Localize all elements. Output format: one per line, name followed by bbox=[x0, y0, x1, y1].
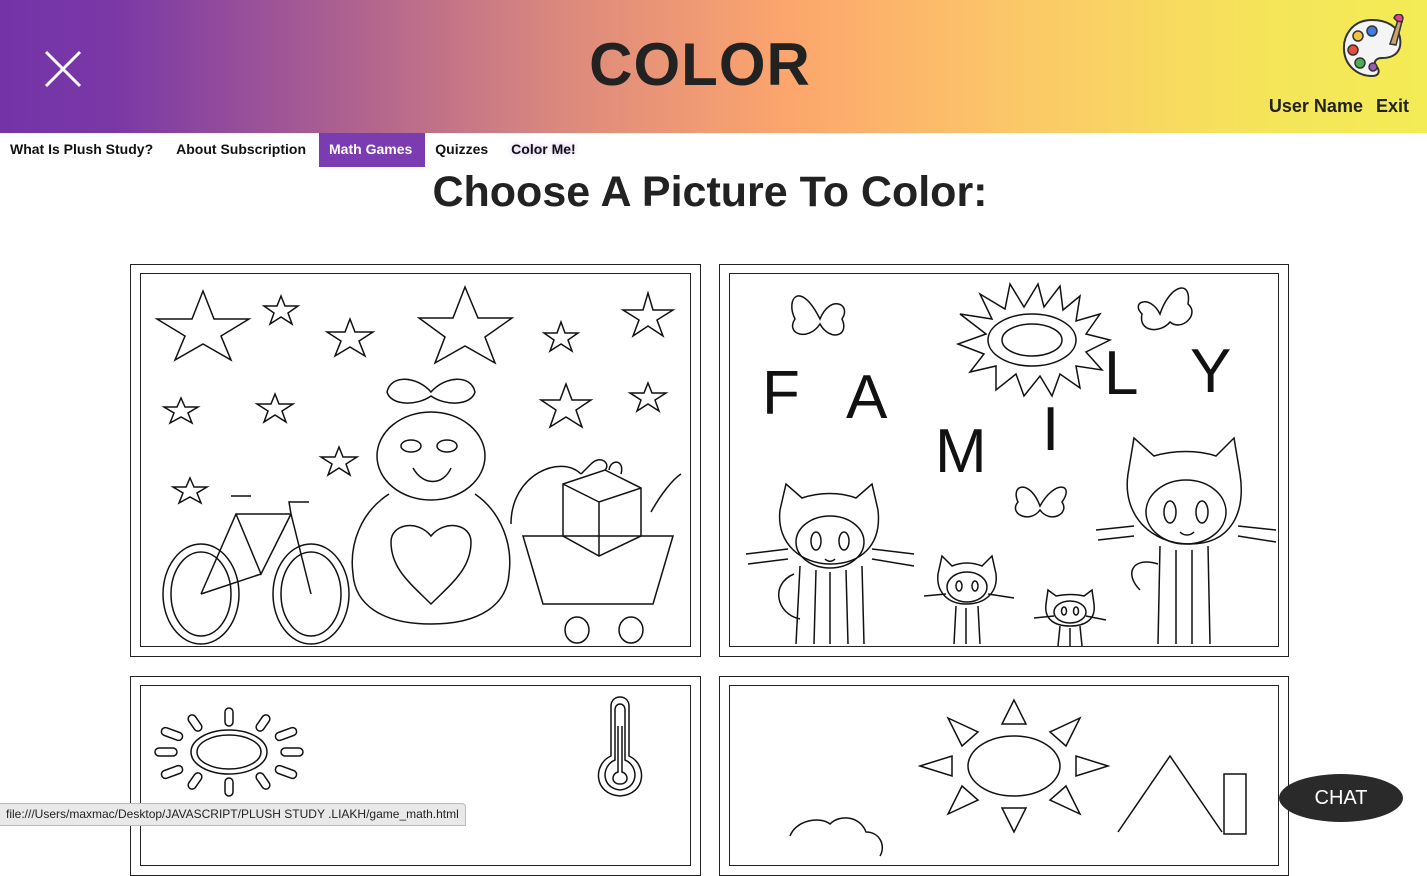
sun-rays bbox=[154, 707, 304, 797]
nav-item-math-games[interactable]: Math Games bbox=[319, 133, 426, 167]
cat-large-left bbox=[745, 482, 915, 645]
sun-thermometer-picture[interactable] bbox=[130, 676, 701, 876]
sun-house-picture[interactable] bbox=[719, 676, 1289, 876]
letter-m: M bbox=[935, 417, 987, 486]
picture-frame: F A M I L Y bbox=[729, 273, 1279, 647]
chat-button[interactable]: CHAT bbox=[1279, 774, 1403, 822]
picture-frame bbox=[140, 273, 691, 647]
sun-house-drawing bbox=[789, 698, 1247, 857]
cat-small-middle bbox=[923, 554, 1015, 645]
picture-frame bbox=[729, 685, 1279, 866]
browser-status-bar: file:///Users/maxmac/Desktop/JAVASCRIPT/… bbox=[0, 803, 466, 826]
user-name-link[interactable]: User Name bbox=[1269, 96, 1363, 116]
page-heading: Choose A Picture To Color: bbox=[432, 168, 988, 216]
exit-link[interactable]: Exit bbox=[1376, 96, 1409, 116]
family-cats-drawing: F A M I L Y bbox=[745, 281, 1277, 646]
stars-bear-picture[interactable] bbox=[130, 264, 701, 657]
sun-thermometer-drawing bbox=[154, 696, 643, 797]
nav-item-quizzes[interactable]: Quizzes bbox=[425, 133, 501, 167]
nav-item-what-is-plush-study[interactable]: What Is Plush Study? bbox=[0, 133, 166, 167]
letter-y: Y bbox=[1190, 337, 1231, 406]
palette-icon bbox=[1342, 14, 1404, 78]
letter-i: I bbox=[1042, 395, 1059, 464]
stars-bear-drawing bbox=[154, 284, 682, 645]
app-title: COLOR bbox=[589, 31, 811, 98]
picture-frame bbox=[140, 685, 691, 866]
thermometer-drawing bbox=[597, 696, 643, 797]
main-nav: What Is Plush Study? About Subscription … bbox=[0, 133, 589, 167]
cat-large-right bbox=[1095, 436, 1277, 645]
letter-a: A bbox=[846, 363, 888, 432]
nav-item-color-me[interactable]: Color Me! bbox=[501, 133, 589, 167]
sun-drawing bbox=[955, 281, 1113, 398]
letter-l: L bbox=[1104, 339, 1138, 408]
roof-shape bbox=[1117, 754, 1223, 833]
bear-drawing bbox=[351, 378, 511, 625]
cat-tiny bbox=[1033, 588, 1107, 646]
family-cats-picture[interactable]: F A M I L Y bbox=[719, 264, 1289, 657]
bicycle-drawing bbox=[162, 495, 350, 645]
family-letters: F A M I L Y bbox=[762, 337, 1231, 486]
letter-f: F bbox=[762, 359, 800, 428]
cart-drawing bbox=[510, 459, 682, 644]
app-header: COLOR User Name Exit bbox=[0, 0, 1427, 133]
user-area: User Name Exit bbox=[1261, 96, 1409, 117]
nav-item-about-subscription[interactable]: About Subscription bbox=[166, 133, 319, 167]
